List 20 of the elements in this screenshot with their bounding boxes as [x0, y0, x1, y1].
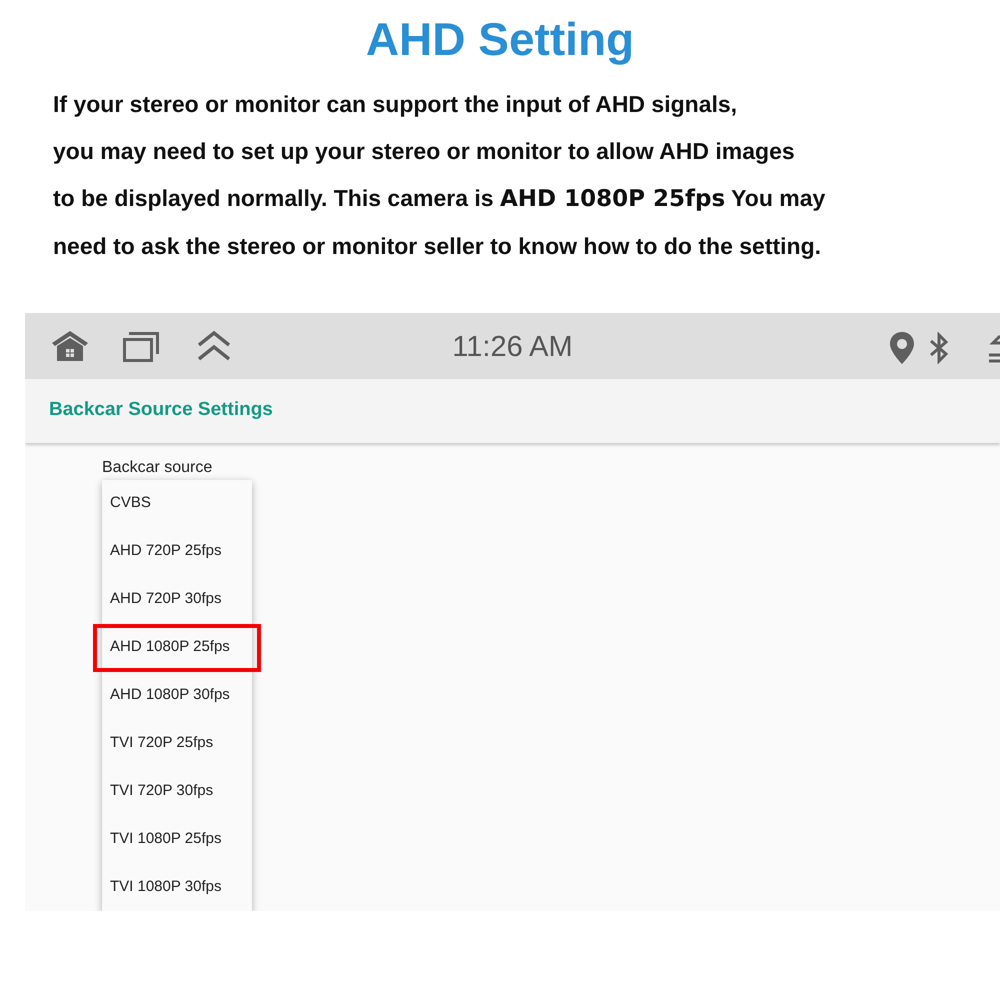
status-icon — [988, 332, 1000, 363]
menu-option[interactable]: AHD 720P 25fps — [102, 528, 252, 576]
paragraph: If your stereo or monitor can support the input of AHD signals, you may need to set up your stereo or monitor to allow AHD images to be displayed normally. This camera is AHD 1080P 25fps You may need to ask the stereo or monitor seller to know how to do the setting. — [53, 90, 826, 261]
menu-option[interactable]: AHD 720P 30fps — [102, 576, 252, 624]
menu-option[interactable]: AHD 1080P 30fps — [102, 672, 252, 720]
menu-option[interactable]: TVI 1080P 30fps — [102, 864, 252, 911]
heading: AHD Setting — [364, 12, 636, 65]
menu-option[interactable]: TVI 720P 25fps — [102, 720, 252, 768]
menu-option[interactable]: TVI 720P 30fps — [102, 768, 252, 816]
menu-option[interactable]: AHD 1080P 25fps — [93, 624, 261, 672]
location-pin-icon — [890, 332, 914, 364]
chevron-up-icon[interactable] — [197, 330, 231, 361]
menu-option[interactable]: TVI 1080P 25fps — [102, 816, 252, 864]
clock: 11:26 AM — [452, 330, 573, 365]
field-label: Backcar source — [102, 458, 212, 478]
bluetooth-icon — [928, 332, 950, 364]
windows-icon[interactable] — [123, 332, 159, 362]
home-icon[interactable] — [52, 330, 88, 361]
settings-title: Backcar Source Settings — [49, 398, 273, 422]
menu-option[interactable]: CVBS — [102, 480, 252, 528]
